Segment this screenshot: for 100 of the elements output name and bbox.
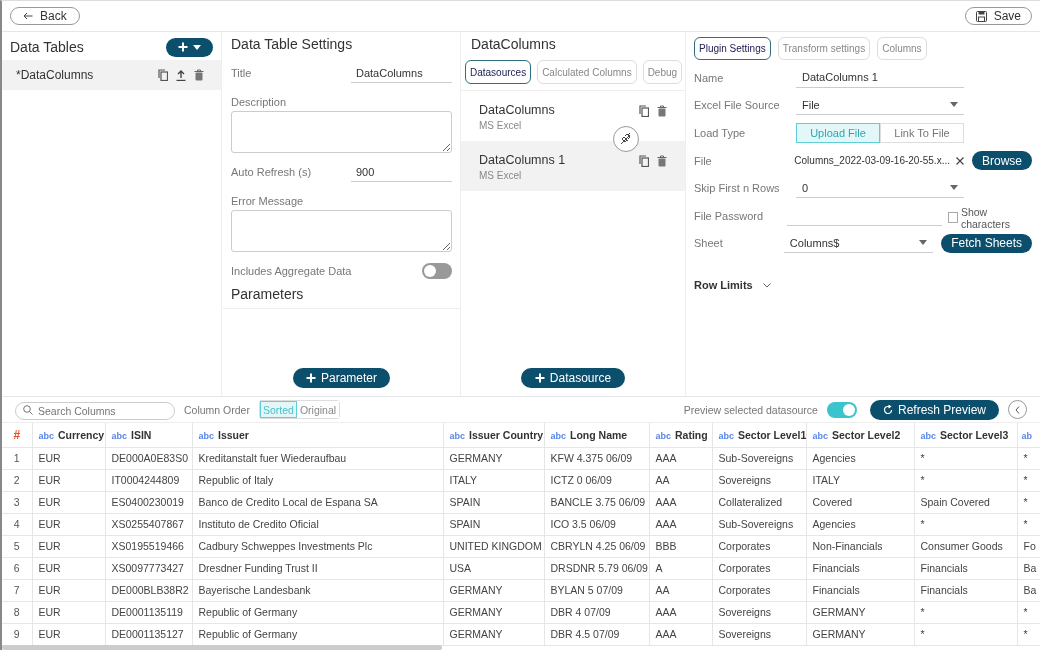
refresh-preview-button[interactable]: Refresh Preview — [869, 399, 999, 420]
collapse-button[interactable] — [1008, 400, 1027, 419]
add-parameter-button[interactable]: Parameter — [293, 368, 390, 388]
column-header[interactable]: abc Long Name — [544, 423, 649, 447]
table-cell: Financials — [806, 557, 914, 579]
column-name: Issuer — [218, 428, 249, 441]
tab[interactable]: Columns — [877, 37, 927, 60]
table-cell: Instituto de Credito Oficial — [192, 513, 443, 535]
table-cell: AA — [649, 469, 712, 491]
table-cell: Corporates — [712, 557, 806, 579]
table-cell: Financials — [806, 579, 914, 601]
field-label: File — [694, 154, 713, 167]
field-label: Load Type — [694, 127, 747, 139]
table-cell: Dresdner Funding Trust II — [192, 557, 443, 579]
plus-icon — [178, 42, 188, 52]
copy-icon[interactable] — [158, 69, 168, 81]
column-header[interactable]: abc Issuer — [192, 423, 443, 447]
table-cell: Republic of Italy — [192, 469, 443, 491]
table-cell: EUR — [32, 469, 105, 491]
caret-icon — [919, 240, 928, 246]
table-cell: XS0195519466 — [105, 535, 192, 557]
datasource-item[interactable]: DataColumns MS Excel — [461, 91, 685, 141]
toggle-switch[interactable] — [422, 263, 452, 279]
table-cell: EUR — [32, 557, 105, 579]
table-cell: ES0400230019 — [105, 491, 192, 513]
tab[interactable]: Debug — [642, 60, 683, 84]
row-number: 7 — [2, 579, 32, 601]
tab[interactable]: Calculated Columns — [537, 60, 637, 84]
action-button[interactable]: Browse — [972, 151, 1032, 171]
tab[interactable]: Datasources — [465, 60, 532, 84]
table-cell: * — [1017, 513, 1040, 535]
table-cell: DBR 4 07/09 — [544, 601, 649, 623]
plug-icon[interactable] — [613, 126, 639, 152]
field-label: Includes Aggregate Data — [231, 265, 352, 277]
column-name: Sector Level3 — [940, 428, 1009, 441]
column-header[interactable]: abc ISIN — [105, 423, 192, 447]
table-cell: ITALY — [443, 469, 544, 491]
table-cell: GERMANY — [806, 601, 914, 623]
table-cell: * — [1017, 469, 1040, 491]
type-label: abc — [111, 430, 127, 441]
text-field[interactable]: DataColumns — [351, 63, 452, 83]
clear-icon[interactable] — [956, 156, 964, 165]
save-icon — [975, 10, 987, 22]
copy-icon[interactable] — [639, 155, 649, 167]
table-cell: Consumer Goods — [914, 535, 1017, 557]
dropdown[interactable]: Columns$ — [783, 233, 934, 254]
add-datasource-button[interactable]: Datasource — [520, 368, 626, 388]
panel-title: Data Table Settings — [231, 36, 354, 52]
dropdown[interactable]: 0 — [796, 178, 964, 199]
trash-icon[interactable] — [657, 155, 667, 167]
column-name: Rating — [675, 428, 708, 441]
save-button[interactable]: Save — [964, 7, 1032, 25]
table-cell: Covered — [806, 491, 914, 513]
add-dropdown-button[interactable] — [166, 37, 213, 57]
table-cell: Financials — [914, 557, 1017, 579]
column-header[interactable]: abc Sector Level3 — [914, 423, 1017, 447]
column-header[interactable]: abc Issuer Country — [443, 423, 544, 447]
data-table-item[interactable]: *DataColumns — [2, 60, 221, 90]
data-table-name: *DataColumns — [16, 68, 94, 82]
table-cell: AAA — [649, 623, 712, 645]
table-cell: AA — [649, 579, 712, 601]
back-button[interactable]: Back — [10, 7, 80, 25]
tab[interactable]: Transform settings — [777, 37, 871, 60]
segment-button[interactable]: Link To File — [880, 123, 964, 143]
plus-icon — [306, 373, 316, 383]
datasource-item[interactable]: DataColumns 1 MS Excel — [461, 141, 685, 191]
copy-icon[interactable] — [639, 105, 649, 117]
table-cell: EUR — [32, 513, 105, 535]
text-field[interactable]: DataColumns 1 — [796, 67, 964, 88]
column-header[interactable]: abc Currency — [32, 423, 105, 447]
table-cell: GERMANY — [443, 579, 544, 601]
table-cell: XS0097773427 — [105, 557, 192, 579]
search-icon — [23, 404, 33, 415]
table-cell: * — [1017, 601, 1040, 623]
trash-icon[interactable] — [194, 69, 204, 81]
search-field[interactable]: Search Columns — [15, 401, 175, 420]
table-cell: Sovereigns — [712, 469, 806, 491]
section-toggle[interactable]: Row Limits — [694, 279, 753, 292]
column-header[interactable]: abc Rating — [649, 423, 712, 447]
trash-icon[interactable] — [657, 105, 667, 117]
toggle-switch[interactable] — [826, 401, 857, 418]
action-button[interactable]: Fetch Sheets — [941, 233, 1032, 253]
table-cell: * — [914, 447, 1017, 469]
column-header[interactable]: abc Sector Level1 — [712, 423, 806, 447]
row-number: 6 — [2, 557, 32, 579]
checkbox[interactable] — [947, 212, 958, 224]
field-label: Skip First n Rows — [694, 182, 781, 195]
tab[interactable]: Plugin Settings — [694, 37, 771, 60]
table-cell: ICO 3.5 06/09 — [544, 513, 649, 535]
row-number: 8 — [2, 601, 32, 623]
datasource-type: MS Excel — [479, 120, 523, 131]
column-header[interactable]: abc Sector Level2 — [806, 423, 914, 447]
refresh-icon — [882, 404, 893, 415]
dropdown[interactable]: File — [796, 95, 964, 116]
table-cell: * — [914, 601, 1017, 623]
text-field[interactable]: 900 — [351, 162, 452, 182]
table-cell: CBRYLN 4.25 06/09 — [544, 535, 649, 557]
table-cell: GERMANY — [443, 447, 544, 469]
table-cell: ICTZ 0 06/09 — [544, 469, 649, 491]
upload-icon[interactable] — [176, 69, 186, 81]
